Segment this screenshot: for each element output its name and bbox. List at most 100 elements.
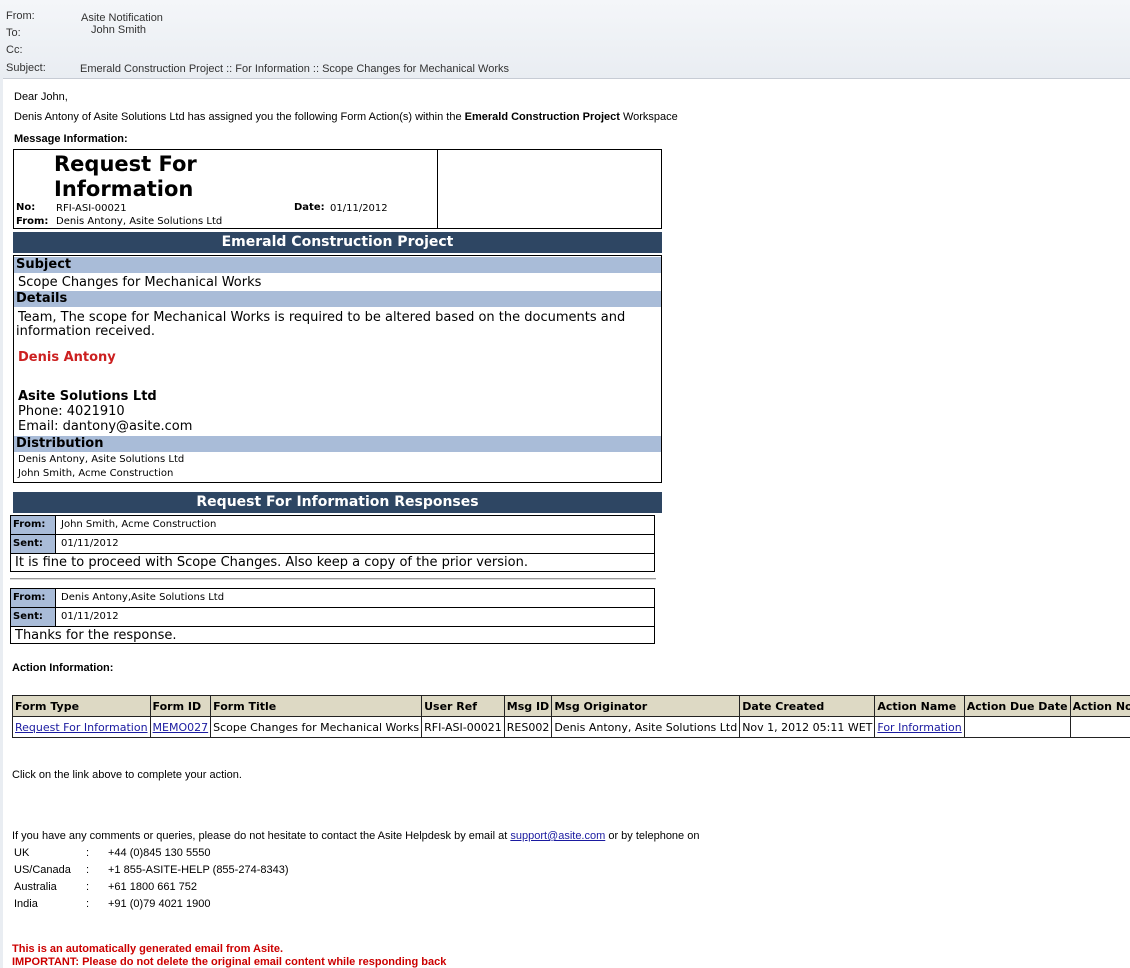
action-name-link[interactable]: For Information: [877, 721, 961, 734]
response-from-row: From: Denis Antony,Asite Solutions Ltd: [11, 589, 654, 608]
table-row: Request For Information MEMO027 Scope Ch…: [12, 716, 1130, 738]
rfi-details-box: Subject Scope Changes for Mechanical Wor…: [13, 255, 662, 483]
cell-form-title: Scope Changes for Mechanical Works: [210, 716, 423, 738]
rfi-title-line2: Information: [54, 177, 194, 201]
cell-form-type: Request For Information: [12, 716, 151, 738]
cell-action-due-date: [963, 716, 1071, 738]
greeting: Dear John,: [14, 91, 68, 103]
action-info-label: Action Information:: [12, 662, 114, 674]
rfi-from-label: From:: [16, 216, 49, 227]
phone-sep: :: [86, 847, 90, 859]
action-table-header: Form Type Form ID Form Title User Ref Ms…: [12, 695, 1130, 717]
response-from-label: From:: [11, 589, 56, 607]
details-section-label: Details: [14, 291, 661, 307]
col-user-ref: User Ref: [421, 695, 505, 717]
response-sent-value: 01/11/2012: [61, 611, 119, 622]
to-label: To:: [6, 27, 21, 39]
response-from-value: John Smith, Acme Construction: [61, 519, 217, 530]
intro-line: Denis Antony of Asite Solutions Ltd has …: [14, 111, 678, 123]
from-value[interactable]: Asite Notification: [81, 12, 163, 24]
col-form-type: Form Type: [12, 695, 151, 717]
form-type-link[interactable]: Request For Information: [15, 721, 148, 734]
distribution-section-label: Distribution: [14, 436, 661, 452]
details-text-1: Team, The scope for Mechanical Works is …: [18, 310, 626, 325]
phone-sep: :: [86, 898, 90, 910]
cell-date-created: Nov 1, 2012 05:11 WET: [739, 716, 876, 738]
col-msg-id: Msg ID: [503, 695, 553, 717]
signature-company: Asite Solutions Ltd: [18, 389, 157, 404]
auto-generated-notice: This is an automatically generated email…: [12, 943, 284, 955]
rfi-header-divider: [437, 150, 438, 228]
helpdesk-text: If you have any comments or queries, ple…: [12, 830, 699, 842]
cell-form-id: MEMO027: [149, 716, 212, 738]
subject-label: Subject:: [6, 62, 46, 74]
rfi-from-value: Denis Antony, Asite Solutions Ltd: [56, 216, 223, 227]
subject-section-label: Subject: [14, 257, 661, 273]
phone-region: India: [14, 898, 38, 910]
response-card: From: Denis Antony,Asite Solutions Ltd S…: [10, 588, 655, 644]
action-instruction: Click on the link above to complete your…: [12, 769, 242, 781]
intro-project-name: Emerald Construction Project: [464, 111, 620, 123]
action-table: Form Type Form ID Form Title User Ref Ms…: [12, 695, 1130, 738]
left-border: [0, 78, 3, 968]
details-text-2: information received.: [16, 324, 156, 339]
cell-action-notes: [1069, 716, 1130, 738]
col-action-notes: Action Notes: [1069, 695, 1130, 717]
rfi-date-value: 01/11/2012: [330, 203, 388, 214]
phone-sep: :: [86, 864, 90, 876]
phone-number: +91 (0)79 4021 1900: [108, 898, 211, 910]
phone-sep: :: [86, 881, 90, 893]
response-sent-label: Sent:: [11, 535, 56, 553]
support-email-link[interactable]: support@asite.com: [510, 830, 605, 842]
cell-user-ref: RFI-ASI-00021: [421, 716, 505, 738]
cc-label: Cc:: [6, 44, 23, 56]
col-form-title: Form Title: [210, 695, 423, 717]
phone-region: Australia: [14, 881, 57, 893]
response-message: It is fine to proceed with Scope Changes…: [15, 555, 528, 570]
response-sent-value: 01/11/2012: [61, 538, 119, 549]
response-separator: [10, 578, 656, 580]
subject-value: Emerald Construction Project :: For Info…: [80, 63, 509, 75]
message-info-label: Message Information:: [14, 133, 128, 145]
from-label: From:: [6, 10, 35, 22]
response-from-row: From: John Smith, Acme Construction: [11, 516, 654, 535]
subject-section-value: Scope Changes for Mechanical Works: [18, 275, 262, 290]
response-sent-label: Sent:: [11, 608, 56, 626]
signature-email: Email: dantony@asite.com: [18, 419, 193, 434]
important-notice: IMPORTANT: Please do not delete the orig…: [12, 956, 447, 968]
rfi-date-label: Date:: [294, 202, 325, 213]
distribution-item: Denis Antony, Asite Solutions Ltd: [18, 454, 185, 465]
col-msg-originator: Msg Originator: [551, 695, 741, 717]
phone-number: +1 855-ASITE-HELP (855-274-8343): [108, 864, 289, 876]
rfi-no-label: No:: [16, 202, 36, 213]
col-action-name: Action Name: [874, 695, 965, 717]
email-header: From: Asite Notification To: John Smith …: [0, 0, 1130, 79]
project-bar: Emerald Construction Project: [13, 232, 662, 253]
helpdesk-prefix: If you have any comments or queries, ple…: [12, 830, 511, 842]
signature-name: Denis Antony: [18, 350, 116, 365]
phone-number: +44 (0)845 130 5550: [108, 847, 211, 859]
response-sent-row: Sent: 01/11/2012: [11, 608, 654, 627]
response-message: Thanks for the response.: [15, 628, 177, 643]
response-from-value: Denis Antony,Asite Solutions Ltd: [61, 592, 225, 603]
col-form-id: Form ID: [149, 695, 212, 717]
cell-msg-originator: Denis Antony, Asite Solutions Ltd: [551, 716, 741, 738]
rfi-title-line1: Request For: [54, 152, 197, 176]
phone-region: UK: [14, 847, 30, 859]
intro-prefix: Denis Antony of Asite Solutions Ltd has …: [14, 111, 465, 123]
phone-region: US/Canada: [14, 864, 71, 876]
signature-phone: Phone: 4021910: [18, 404, 125, 419]
rfi-no-value: RFI-ASI-00021: [56, 203, 127, 214]
intro-suffix: Workspace: [619, 111, 678, 123]
col-action-due-date: Action Due Date: [963, 695, 1071, 717]
rfi-header-box: Request For Information No: RFI-ASI-0002…: [13, 149, 662, 229]
col-date-created: Date Created: [739, 695, 876, 717]
form-id-link[interactable]: MEMO027: [153, 721, 209, 734]
cell-action-name: For Information: [874, 716, 965, 738]
cell-msg-id: RES002: [503, 716, 553, 738]
response-card: From: John Smith, Acme Construction Sent…: [10, 515, 655, 572]
responses-bar: Request For Information Responses: [13, 492, 662, 513]
to-value[interactable]: John Smith: [91, 24, 146, 36]
rfi-title: Request For Information: [54, 152, 197, 202]
distribution-item: John Smith, Acme Construction: [18, 468, 174, 479]
